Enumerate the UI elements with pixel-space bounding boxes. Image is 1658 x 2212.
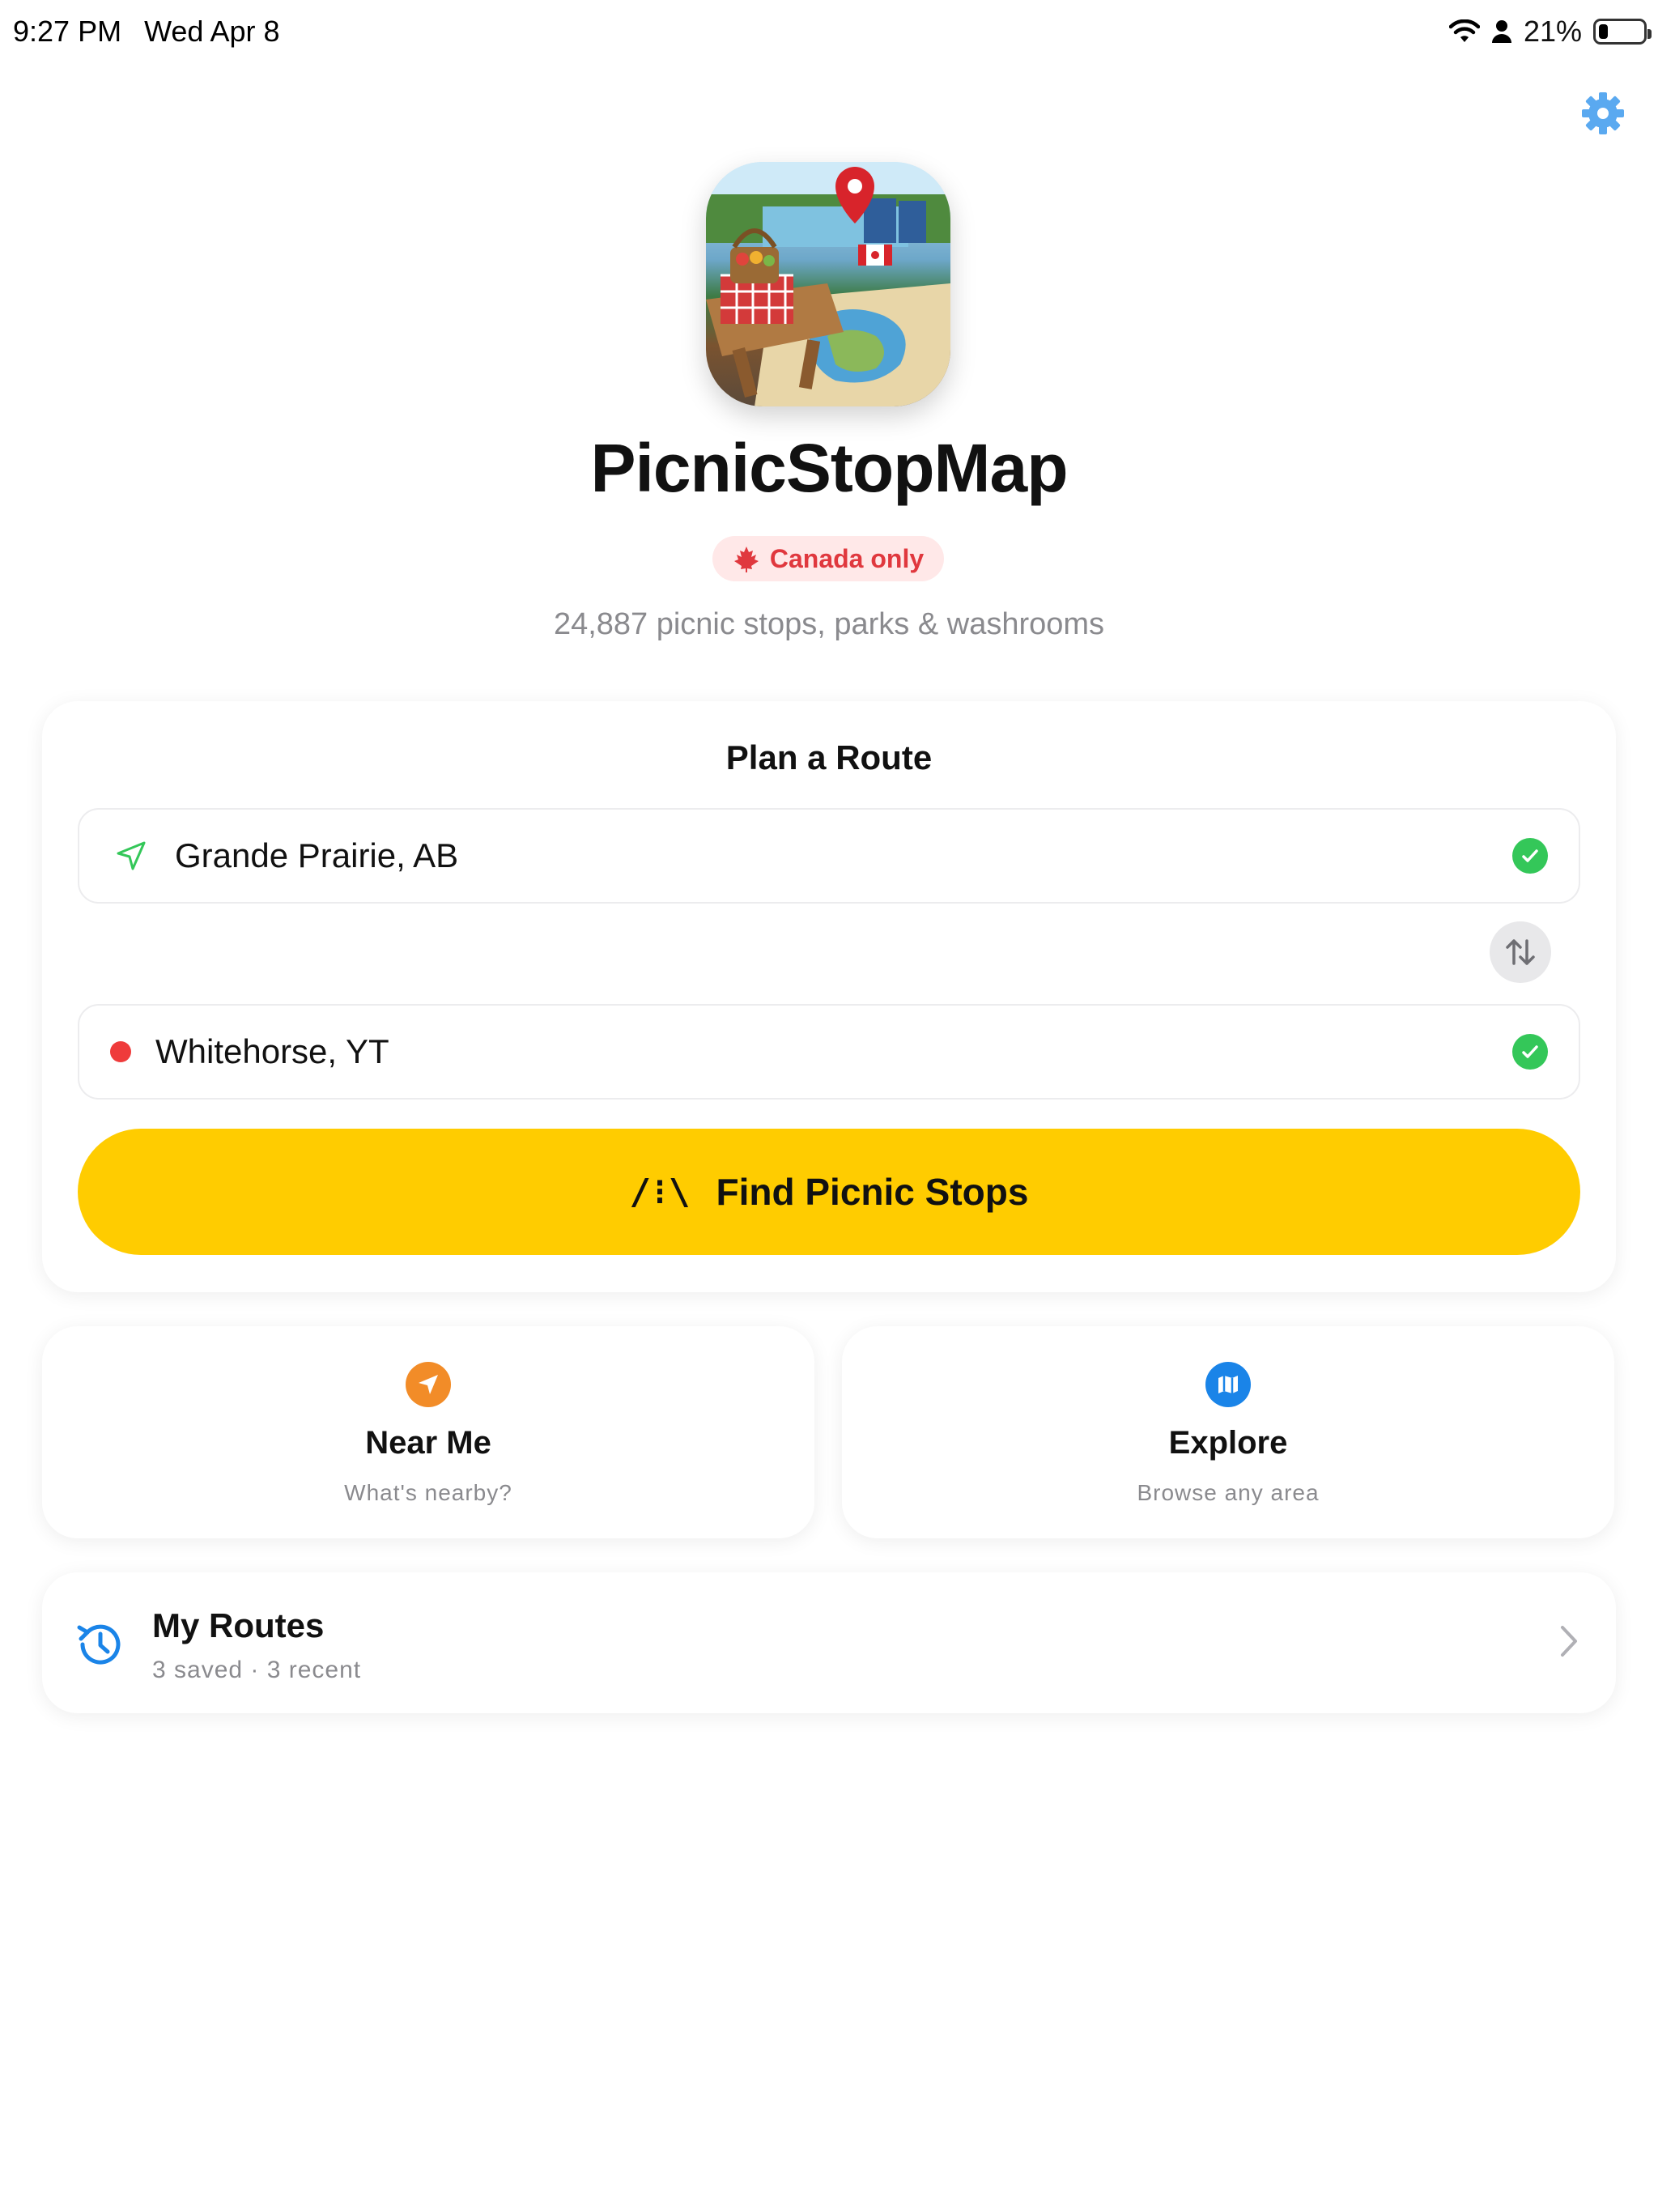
maple-leaf-icon	[733, 547, 759, 572]
app-title: PicnicStopMap	[590, 430, 1068, 506]
checkmark-glyph	[1522, 849, 1538, 862]
origin-field[interactable]: Grande Prairie, AB	[78, 808, 1580, 904]
my-routes-subtitle: 3 saved · 3 recent	[152, 1657, 362, 1683]
navigation-arrow-glyph	[419, 1375, 438, 1394]
my-routes-row[interactable]: My Routes 3 saved · 3 recent	[42, 1572, 1616, 1713]
near-me-subtitle: What's nearby?	[344, 1480, 512, 1505]
explore-title: Explore	[1168, 1425, 1288, 1461]
status-left: 9:27 PM Wed Apr 8	[13, 15, 280, 49]
navigation-arrow-icon	[406, 1362, 451, 1407]
battery-level	[1599, 24, 1608, 39]
chevron-right-icon	[1561, 1626, 1577, 1657]
battery-icon	[1593, 19, 1652, 45]
swap-locations-button[interactable]	[1490, 921, 1551, 983]
stats-summary: 24,887 picnic stops, parks & washrooms	[553, 607, 1105, 641]
wifi-icon	[1448, 19, 1480, 42]
explore-subtitle: Browse any area	[1137, 1480, 1320, 1505]
checkmark-glyph	[1522, 1045, 1538, 1058]
status-bar: 9:27 PM Wed Apr 8 21%	[0, 0, 1658, 65]
region-badge: Canada only	[712, 536, 944, 581]
find-picnic-stops-label: Find Picnic Stops	[716, 1171, 1029, 1213]
battery-tip	[1647, 29, 1652, 39]
explore-card[interactable]: Explore Browse any area	[842, 1326, 1614, 1538]
plan-route-card: Plan a Route Grande Prairie, AB Whitehor…	[42, 701, 1616, 1292]
location-arrow-icon	[117, 841, 146, 870]
origin-value: Grande Prairie, AB	[175, 836, 459, 874]
region-badge-label: Canada only	[769, 543, 925, 573]
red-dot-icon	[110, 1041, 131, 1062]
status-date: Wed Apr 8	[144, 15, 280, 48]
history-clock-icon	[77, 1624, 121, 1665]
gear-icon	[1582, 92, 1624, 134]
app-logo-illustration	[706, 162, 950, 406]
app-logo	[706, 162, 950, 406]
near-me-card[interactable]: Near Me What's nearby?	[42, 1326, 814, 1538]
near-me-title: Near Me	[365, 1425, 491, 1461]
origin-checkmark-icon	[1512, 838, 1548, 874]
plan-route-title: Plan a Route	[725, 738, 933, 776]
home-screen: 9:27 PM Wed Apr 8 21% PicnicStopMap Cana…	[0, 0, 1658, 2212]
person-icon	[1491, 20, 1511, 43]
settings-button[interactable]	[1577, 87, 1629, 139]
my-routes-title: My Routes	[152, 1606, 325, 1644]
destination-field[interactable]: Whitehorse, YT	[78, 1004, 1580, 1100]
swap-vertical-icon	[1506, 939, 1535, 965]
status-right: 21%	[1448, 15, 1652, 49]
road-icon: /⁝\	[629, 1171, 694, 1213]
status-time: 9:27 PM	[13, 15, 122, 48]
battery-percent: 21%	[1523, 15, 1582, 48]
destination-value: Whitehorse, YT	[155, 1032, 389, 1070]
map-glyph	[1218, 1376, 1238, 1393]
destination-checkmark-icon	[1512, 1034, 1548, 1070]
map-icon	[1205, 1362, 1251, 1407]
find-picnic-stops-button[interactable]: /⁝\ Find Picnic Stops	[78, 1129, 1580, 1255]
